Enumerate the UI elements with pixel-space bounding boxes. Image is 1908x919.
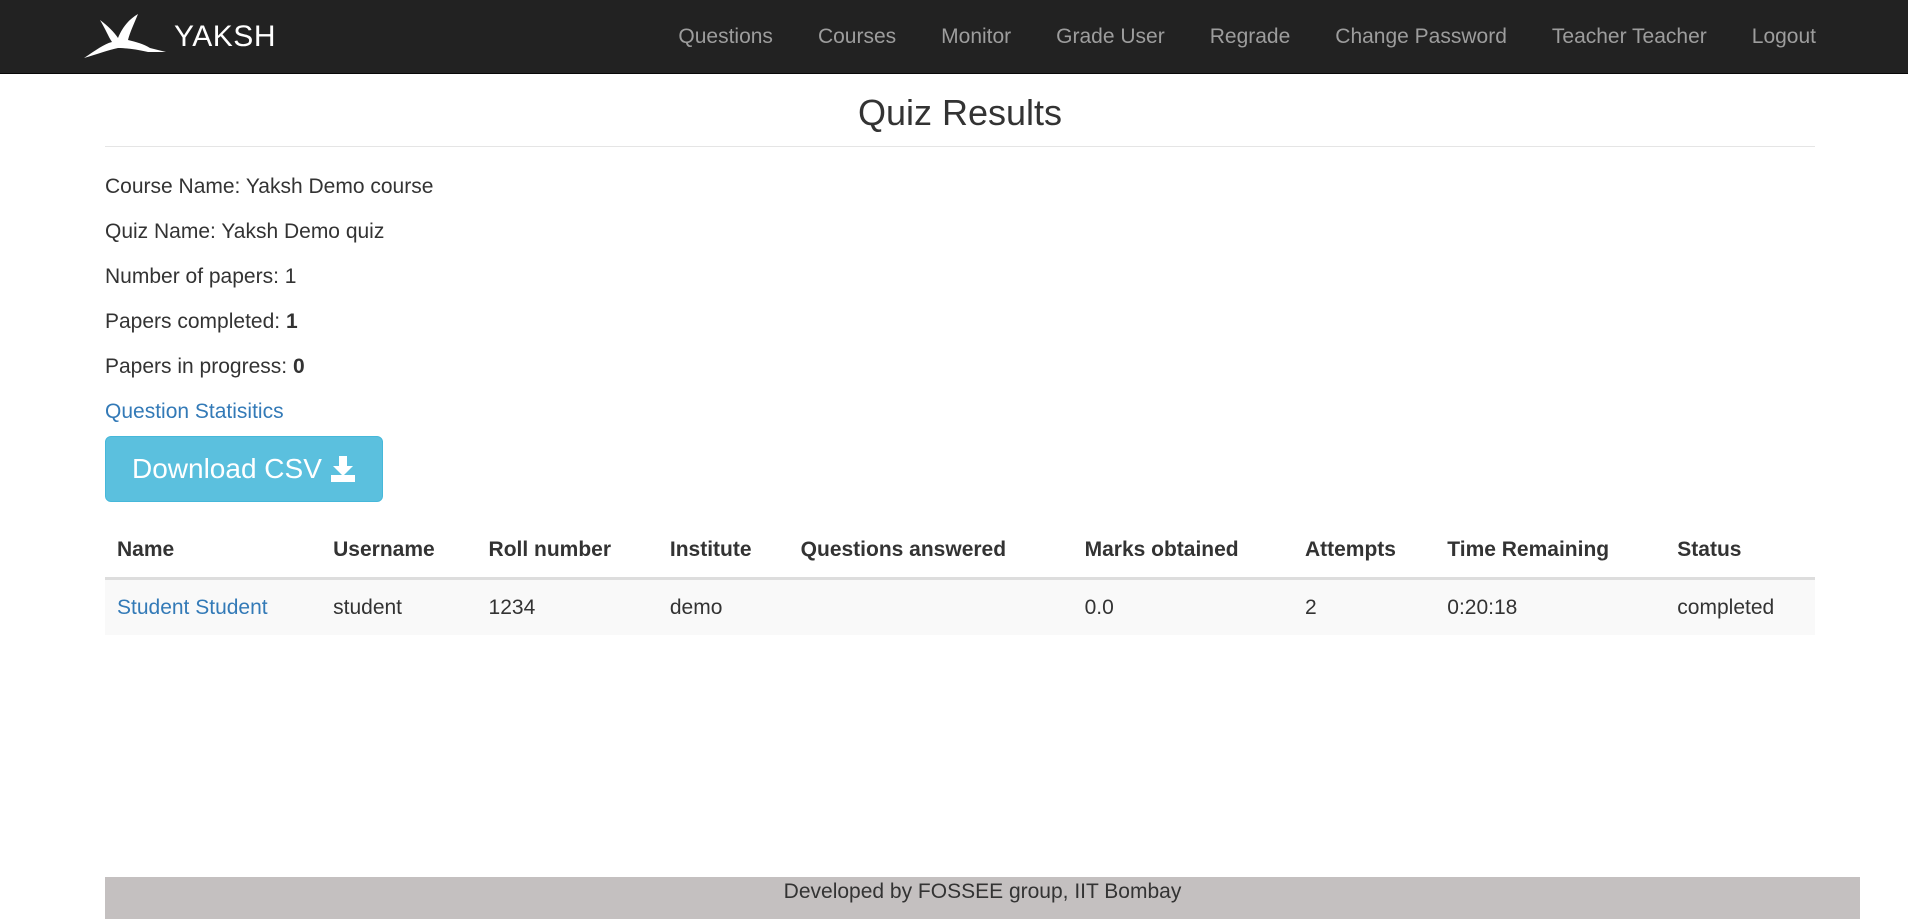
papers-in-progress-value: 0	[292, 355, 305, 378]
cell-institute: demo	[657, 578, 789, 635]
quiz-name-label: Quiz Name:	[105, 220, 222, 243]
quiz-name-value: Yaksh Demo quiz	[221, 220, 385, 243]
brand-name: YAKSH	[174, 20, 276, 53]
title-divider	[105, 146, 1815, 147]
header-name[interactable]: Name	[105, 522, 322, 580]
header-username[interactable]: Username	[321, 522, 477, 580]
nav-user-profile[interactable]: Teacher Teacher	[1552, 25, 1707, 49]
quiz-name-line: Quiz Name: Yaksh Demo quiz	[105, 209, 1815, 254]
download-icon	[330, 456, 355, 482]
cell-name: Student Student	[105, 578, 322, 635]
footer-text: Developed by FOSSEE group, IIT Bombay	[783, 880, 1182, 903]
flying-bird-icon	[84, 14, 166, 58]
nav-menu: Questions Courses Monitor Grade User Reg…	[633, 0, 1816, 73]
course-name-value: Yaksh Demo course	[245, 175, 434, 198]
page-title: Quiz Results	[857, 92, 1063, 133]
papers-in-progress-label: Papers in progress:	[105, 355, 293, 378]
question-statistics-link[interactable]: Question Statisitics	[105, 389, 1815, 434]
nav-monitor[interactable]: Monitor	[941, 25, 1011, 49]
papers-completed-line: Papers completed: 1	[105, 299, 1815, 344]
papers-completed-value: 1	[285, 310, 298, 333]
header-questions-answered[interactable]: Questions answered	[788, 522, 1073, 580]
header-attempts[interactable]: Attempts	[1292, 522, 1436, 580]
cell-time-remaining: 0:20:18	[1435, 578, 1666, 635]
cell-username: student	[321, 578, 477, 635]
table-header-row: Name Username Roll number Institute Ques…	[105, 522, 1815, 580]
footer: Developed by FOSSEE group, IIT Bombay	[105, 877, 1860, 919]
course-name-line: Course Name: Yaksh Demo course	[105, 164, 1815, 209]
course-name-label: Course Name:	[105, 175, 246, 198]
student-name-link[interactable]: Student Student	[117, 596, 268, 619]
header-institute[interactable]: Institute	[657, 522, 789, 580]
nav-change-password[interactable]: Change Password	[1335, 25, 1507, 49]
nav-grade-user[interactable]: Grade User	[1056, 25, 1165, 49]
nav-questions[interactable]: Questions	[678, 25, 773, 49]
download-csv-button[interactable]: Download CSV	[105, 436, 383, 502]
papers-completed-label: Papers completed:	[105, 310, 286, 333]
header-marks-obtained[interactable]: Marks obtained	[1072, 522, 1293, 580]
download-csv-label: Download CSV	[132, 453, 322, 484]
papers-in-progress-line: Papers in progress: 0	[105, 344, 1815, 389]
cell-attempts: 2	[1292, 578, 1436, 635]
table-row: Student Student student 1234 demo 0.0 2 …	[105, 578, 1815, 635]
papers-count-value: 1	[284, 265, 297, 288]
brand-logo[interactable]: YAKSH	[82, 14, 276, 60]
cell-roll-number: 1234	[476, 578, 658, 635]
navbar: YAKSH Questions Courses Monitor Grade Us…	[0, 0, 1908, 74]
cell-marks-obtained: 0.0	[1072, 578, 1293, 635]
results-table: Name Username Roll number Institute Ques…	[105, 522, 1815, 635]
header-time-remaining[interactable]: Time Remaining	[1435, 522, 1666, 580]
cell-status: completed	[1665, 578, 1815, 635]
header-roll-number[interactable]: Roll number	[476, 522, 658, 580]
papers-count-line: Number of papers: 1	[105, 254, 1815, 299]
nav-logout[interactable]: Logout	[1752, 25, 1816, 49]
main-content: Quiz Results Course Name: Yaksh Demo cou…	[105, 73, 1815, 635]
cell-questions-answered	[788, 578, 1073, 635]
nav-courses[interactable]: Courses	[818, 25, 896, 49]
papers-count-label: Number of papers:	[105, 265, 285, 288]
header-status[interactable]: Status	[1665, 522, 1815, 580]
nav-regrade[interactable]: Regrade	[1210, 25, 1291, 49]
